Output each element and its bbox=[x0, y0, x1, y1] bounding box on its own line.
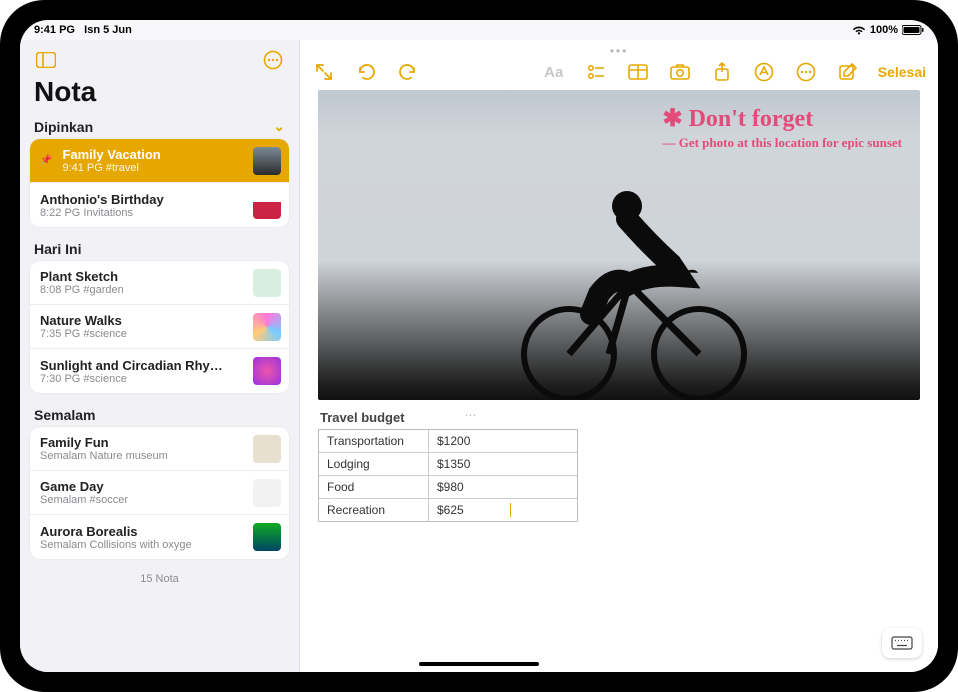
hero-image[interactable]: ✱ Don't forget — Get photo at this locat… bbox=[318, 90, 920, 400]
text-format-icon[interactable]: Aa bbox=[542, 60, 566, 84]
note-item-family-fun[interactable]: Family Fun Semalam Nature museum bbox=[30, 427, 289, 471]
note-sub: Semalam Nature museum bbox=[40, 450, 245, 462]
cell-value[interactable]: $980 bbox=[429, 476, 577, 498]
note-thumbnail bbox=[253, 269, 281, 297]
keyboard-button[interactable] bbox=[882, 628, 922, 658]
handwriting-annotation: ✱ Don't forget — Get photo at this locat… bbox=[662, 104, 902, 151]
note-body[interactable]: ✱ Don't forget — Get photo at this locat… bbox=[300, 90, 938, 672]
note-sub: 8:22 PG Invitations bbox=[40, 207, 245, 219]
note-item-family-vacation[interactable]: 📌 Family Vacation 9:41 PG #travel bbox=[30, 139, 289, 183]
status-date: Isn 5 Jun bbox=[84, 24, 132, 36]
note-title: Sunlight and Circadian Rhy… bbox=[40, 358, 245, 373]
note-thumbnail bbox=[253, 435, 281, 463]
note-sub: 7:30 PG #science bbox=[40, 373, 245, 385]
screen: 9:41 PG Isn 5 Jun 100% bbox=[20, 20, 938, 672]
table-row[interactable]: Recreation $625 bbox=[319, 499, 577, 521]
cell-label[interactable]: Recreation bbox=[319, 499, 429, 521]
today-list: Plant Sketch 8:08 PG #garden Nature Walk… bbox=[30, 261, 289, 393]
expand-icon[interactable] bbox=[312, 60, 336, 84]
status-right: 100% bbox=[852, 24, 924, 36]
note-title: Plant Sketch bbox=[40, 269, 245, 284]
table-row[interactable]: Transportation $1200 bbox=[319, 430, 577, 453]
sidebar-more-button[interactable] bbox=[259, 46, 287, 74]
note-sub: Semalam Collisions with oxyge bbox=[40, 539, 245, 551]
sidebar: Nota Dipinkan ⌄ 📌 Family Vacation 9:41 P… bbox=[20, 40, 300, 672]
note-sub: Semalam #soccer bbox=[40, 494, 245, 506]
home-indicator[interactable] bbox=[419, 662, 539, 666]
table-row[interactable]: Food $980 bbox=[319, 476, 577, 499]
share-icon[interactable] bbox=[710, 60, 734, 84]
note-item-sunlight-circadian[interactable]: Sunlight and Circadian Rhy… 7:30 PG #sci… bbox=[30, 349, 289, 393]
ipad-frame: 9:41 PG Isn 5 Jun 100% bbox=[0, 0, 958, 692]
status-bar: 9:41 PG Isn 5 Jun 100% bbox=[20, 20, 938, 40]
compose-icon[interactable] bbox=[836, 60, 860, 84]
done-button[interactable]: Selesai bbox=[878, 64, 926, 80]
pin-icon: 📌 bbox=[40, 155, 52, 166]
section-yesterday-header[interactable]: Semalam bbox=[20, 401, 299, 425]
cyclist-silhouette bbox=[499, 144, 759, 400]
table-icon[interactable] bbox=[626, 60, 650, 84]
note-item-nature-walks[interactable]: Nature Walks 7:35 PG #science bbox=[30, 305, 289, 349]
note-thumbnail bbox=[253, 523, 281, 551]
note-sub: 8:08 PG #garden bbox=[40, 284, 245, 296]
yesterday-list: Family Fun Semalam Nature museum Game Da… bbox=[30, 427, 289, 559]
note-item-plant-sketch[interactable]: Plant Sketch 8:08 PG #garden bbox=[30, 261, 289, 305]
wifi-icon bbox=[852, 25, 866, 35]
note-sub: 7:35 PG #science bbox=[40, 328, 245, 340]
cell-value[interactable]: $625 bbox=[429, 499, 577, 521]
section-pinned-header[interactable]: Dipinkan ⌄ bbox=[20, 112, 299, 137]
status-time: 9:41 PG bbox=[34, 24, 75, 36]
camera-icon[interactable] bbox=[668, 60, 692, 84]
note-title: Game Day bbox=[40, 479, 245, 494]
table-title: Travel budget bbox=[320, 410, 405, 425]
note-thumbnail bbox=[253, 191, 281, 219]
note-item-game-day[interactable]: Game Day Semalam #soccer bbox=[30, 471, 289, 515]
battery-icon bbox=[902, 25, 924, 35]
note-thumbnail bbox=[253, 313, 281, 341]
cell-label[interactable]: Lodging bbox=[319, 453, 429, 475]
more-icon[interactable] bbox=[794, 60, 818, 84]
cell-label[interactable]: Food bbox=[319, 476, 429, 498]
note-title: Anthonio's Birthday bbox=[40, 192, 245, 207]
checklist-icon[interactable] bbox=[584, 60, 608, 84]
cell-value[interactable]: $1350 bbox=[429, 453, 577, 475]
budget-table[interactable]: Transportation $1200 Lodging $1350 Food … bbox=[318, 429, 578, 522]
note-sub: 9:41 PG #travel bbox=[62, 162, 245, 174]
note-title: Aurora Borealis bbox=[40, 524, 245, 539]
table-row[interactable]: Lodging $1350 bbox=[319, 453, 577, 476]
note-thumbnail bbox=[253, 147, 281, 175]
cell-value[interactable]: $1200 bbox=[429, 430, 577, 452]
chevron-down-icon: ⌄ bbox=[273, 118, 285, 135]
note-thumbnail bbox=[253, 357, 281, 385]
note-item-aurora-borealis[interactable]: Aurora Borealis Semalam Collisions with … bbox=[30, 515, 289, 559]
annotation-title: ✱ Don't forget bbox=[662, 104, 902, 133]
note-content: ••• Aa Selesai bbox=[300, 40, 938, 672]
battery-pct: 100% bbox=[870, 24, 898, 36]
section-today-label: Hari Ini bbox=[34, 241, 81, 257]
note-toolbar: Aa Selesai bbox=[300, 58, 938, 90]
section-pinned-label: Dipinkan bbox=[34, 119, 93, 135]
table-column-handle[interactable]: ⋯ bbox=[465, 408, 479, 422]
note-title: Nature Walks bbox=[40, 313, 245, 328]
cell-label[interactable]: Transportation bbox=[319, 430, 429, 452]
section-today-header[interactable]: Hari Ini bbox=[20, 235, 299, 259]
section-yesterday-label: Semalam bbox=[34, 407, 95, 423]
note-title: Family Fun bbox=[40, 435, 245, 450]
note-item-anthonio-birthday[interactable]: Anthonio's Birthday 8:22 PG Invitations bbox=[30, 183, 289, 227]
redo-icon[interactable] bbox=[396, 60, 420, 84]
app-body: Nota Dipinkan ⌄ 📌 Family Vacation 9:41 P… bbox=[20, 40, 938, 672]
sidebar-toggle-button[interactable] bbox=[32, 46, 60, 74]
annotation-body: — Get photo at this location for epic su… bbox=[662, 135, 902, 151]
pinned-list: 📌 Family Vacation 9:41 PG #travel Anthon… bbox=[30, 139, 289, 227]
markup-icon[interactable] bbox=[752, 60, 776, 84]
sidebar-title: Nota bbox=[20, 74, 299, 112]
text-cursor bbox=[510, 503, 511, 517]
undo-icon[interactable] bbox=[354, 60, 378, 84]
window-drag-handle[interactable]: ••• bbox=[605, 40, 633, 58]
status-left: 9:41 PG Isn 5 Jun bbox=[34, 24, 132, 36]
sidebar-footer-count: 15 Nota bbox=[20, 567, 299, 593]
note-thumbnail bbox=[253, 479, 281, 507]
note-title: Family Vacation bbox=[62, 147, 245, 162]
